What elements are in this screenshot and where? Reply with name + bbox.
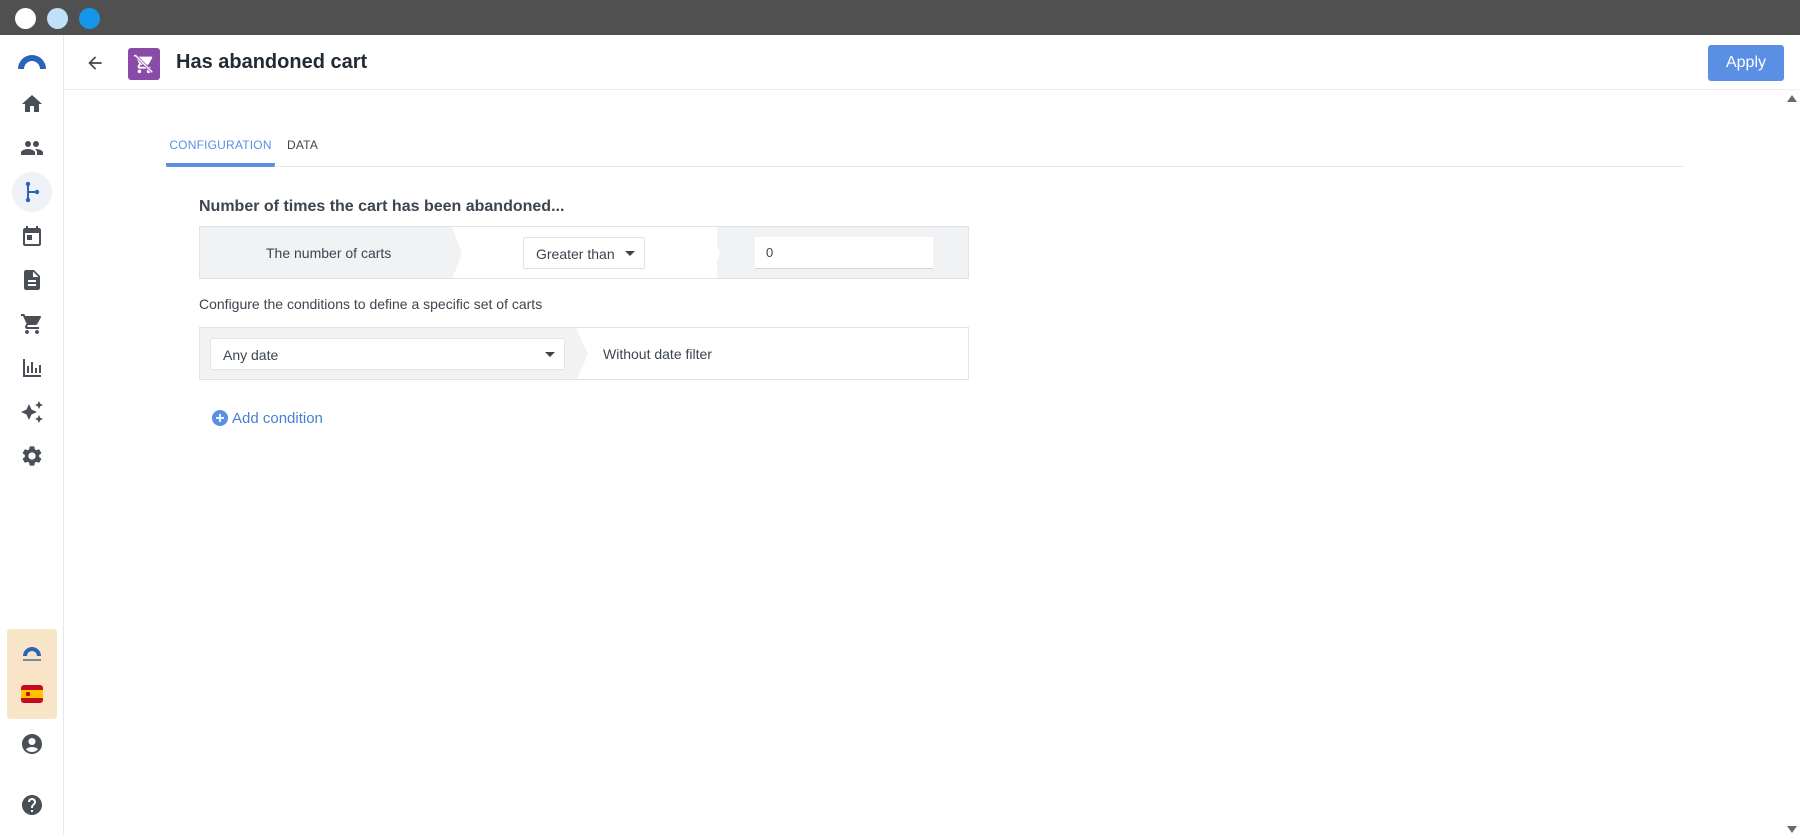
sidebar-item-documents[interactable] xyxy=(12,260,52,300)
date-filter-description: Without date filter xyxy=(603,346,712,362)
account-icon xyxy=(22,734,42,754)
window-minimize-button[interactable] xyxy=(47,8,68,29)
cart-count-label: The number of carts xyxy=(266,245,392,261)
page-header: Has abandoned cart Apply xyxy=(64,35,1800,90)
sparkles-icon xyxy=(21,401,43,423)
home-icon xyxy=(22,95,42,112)
sidebar-item-reports[interactable] xyxy=(12,348,52,388)
calendar-icon xyxy=(23,226,41,246)
tab-configuration[interactable]: CONFIGURATION xyxy=(166,128,275,167)
tab-bar: CONFIGURATION DATA xyxy=(166,128,1684,167)
sidebar-item-ai[interactable] xyxy=(12,392,52,432)
sidebar-item-contacts[interactable] xyxy=(12,128,52,168)
cart-icon xyxy=(21,314,42,334)
plus-circle-icon xyxy=(212,410,228,426)
brand-logo xyxy=(23,647,41,661)
row-separator-chevron xyxy=(452,227,462,278)
window-titlebar xyxy=(0,0,1800,35)
row-separator-chevron xyxy=(710,227,720,278)
arrow-left-icon xyxy=(88,56,102,70)
apply-button[interactable]: Apply xyxy=(1708,45,1784,81)
sidebar-item-shop[interactable] xyxy=(12,304,52,344)
date-range-select[interactable]: Any date xyxy=(210,338,565,370)
page-title: Has abandoned cart xyxy=(176,51,368,73)
section-title: Number of times the cart has been abando… xyxy=(199,198,565,215)
operator-select-value: Greater than xyxy=(536,246,615,262)
sidebar-item-account[interactable] xyxy=(12,724,52,764)
conditions-description: Configure the conditions to define a spe… xyxy=(199,296,543,312)
people-icon xyxy=(21,141,43,155)
spain-flag-icon xyxy=(21,685,43,703)
app-logo-icon[interactable] xyxy=(16,51,48,71)
sidebar-item-settings[interactable] xyxy=(12,436,52,476)
flow-icon xyxy=(25,181,40,203)
sidebar-item-flows[interactable] xyxy=(12,172,52,212)
gear-icon xyxy=(22,446,42,466)
abandoned-cart-badge xyxy=(128,48,160,80)
help-icon xyxy=(22,795,42,815)
bar-chart-icon xyxy=(23,359,41,377)
cart-count-input[interactable] xyxy=(755,237,933,269)
date-range-select-value: Any date xyxy=(223,347,279,363)
tab-data[interactable]: DATA xyxy=(287,128,318,167)
add-condition-button[interactable]: Add condition xyxy=(212,408,323,428)
window-close-button[interactable] xyxy=(15,8,36,29)
sidebar xyxy=(0,35,64,835)
cart-count-condition-row: The number of carts Greater than xyxy=(199,226,969,279)
back-button[interactable] xyxy=(82,50,108,76)
row-separator-chevron xyxy=(576,328,588,379)
document-icon xyxy=(24,270,40,290)
scroll-down-arrow[interactable] xyxy=(1787,826,1797,833)
operator-select[interactable]: Greater than xyxy=(523,237,645,269)
sidebar-item-home[interactable] xyxy=(12,84,52,124)
add-condition-label: Add condition xyxy=(232,409,323,427)
sidebar-item-calendar[interactable] xyxy=(12,216,52,256)
scroll-up-arrow[interactable] xyxy=(1787,95,1797,102)
account-brand-switcher[interactable] xyxy=(7,629,57,719)
sidebar-item-help[interactable] xyxy=(12,785,52,825)
date-condition-row: Any date Without date filter xyxy=(199,327,969,380)
caret-down-icon xyxy=(545,352,555,357)
cart-off-icon xyxy=(133,54,154,74)
window-maximize-button[interactable] xyxy=(79,8,100,29)
caret-down-icon xyxy=(625,251,635,256)
